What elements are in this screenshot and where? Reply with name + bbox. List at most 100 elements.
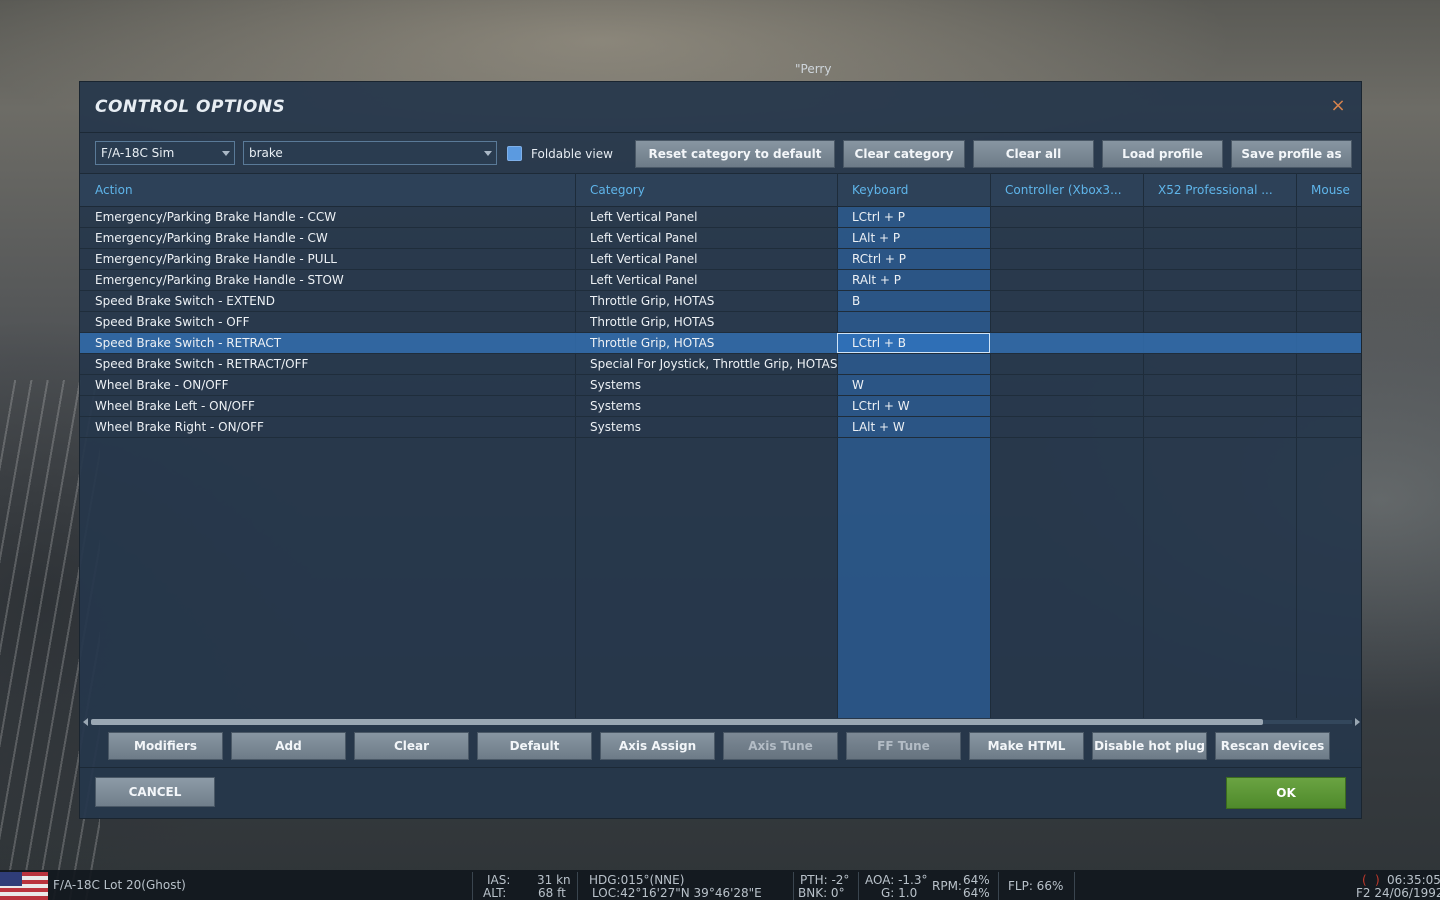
column-header-action[interactable]: Action	[95, 183, 395, 197]
ok-button[interactable]: OK	[1226, 777, 1346, 809]
axis-tune-button[interactable]: Axis Tune	[723, 732, 838, 760]
category-search-select[interactable]: brake	[243, 141, 497, 165]
aircraft-select[interactable]: F/A-18C Sim	[95, 141, 235, 165]
paren-left: (	[1362, 873, 1367, 887]
clock-time: 06:35:05	[1387, 873, 1440, 887]
keyboard-binding-cell[interactable]: RCtrl + P	[852, 252, 988, 266]
scroll-left-icon[interactable]	[83, 718, 88, 726]
pitch-readout: PTH: -2°	[800, 873, 850, 887]
column-header-category[interactable]: Category	[590, 183, 790, 197]
table-row[interactable]: Wheel Brake Left - ON/OFF Systems LCtrl + …	[80, 396, 1361, 417]
table-row[interactable]: Emergency/Parking Brake Handle - CCW Left…	[80, 207, 1361, 228]
action-cell: Emergency/Parking Brake Handle - CW	[95, 231, 328, 245]
column-header-mouse[interactable]: Mouse	[1311, 183, 1359, 197]
cancel-button[interactable]: CANCEL	[95, 777, 215, 807]
unit-name: F/A-18C Lot 20(Ghost)	[53, 878, 186, 892]
category-cell: Left Vertical Panel	[590, 252, 698, 266]
us-flag-icon	[0, 872, 48, 900]
table-row[interactable]: Wheel Brake - ON/OFF Systems W	[80, 375, 1361, 396]
rpm-left: 64%	[963, 873, 990, 887]
heading-readout: HDG:015°(NNE)	[589, 873, 685, 887]
ff-tune-button[interactable]: FF Tune	[846, 732, 961, 760]
bank-readout: BNK: 0°	[798, 886, 845, 900]
category-cell: Left Vertical Panel	[590, 273, 698, 287]
column-header-x52[interactable]: X52 Professional ...	[1158, 183, 1276, 197]
category-cell: Left Vertical Panel	[590, 210, 698, 224]
modifiers-button[interactable]: Modifiers	[108, 732, 223, 760]
action-cell: Speed Brake Switch - RETRACT	[95, 336, 282, 350]
column-header-keyboard[interactable]: Keyboard	[852, 183, 942, 197]
column-header-controller[interactable]: Controller (Xbox3...	[1005, 183, 1123, 197]
clear-all-button[interactable]: Clear all	[973, 140, 1094, 168]
scroll-right-icon[interactable]	[1355, 718, 1360, 726]
category-cell: Systems	[590, 420, 641, 434]
table-row[interactable]: Speed Brake Switch - RETRACT/OFF Special …	[80, 354, 1361, 375]
reset-category-button[interactable]: Reset category to default	[635, 140, 835, 168]
keyboard-binding-cell[interactable]: LCtrl + W	[852, 399, 988, 413]
table-header: Action Category Keyboard Controller (Xbo…	[80, 173, 1361, 207]
category-cell: Left Vertical Panel	[590, 231, 698, 245]
load-profile-button[interactable]: Load profile	[1102, 140, 1223, 168]
add-button[interactable]: Add	[231, 732, 346, 760]
mission-date: F2 24/06/1992	[1356, 886, 1440, 900]
horizontal-scrollbar[interactable]	[83, 718, 1360, 726]
category-cell: Special For Joystick, Throttle Grip, HOT…	[590, 357, 838, 371]
aircraft-select-value: F/A-18C Sim	[101, 146, 175, 160]
action-cell: Speed Brake Switch - OFF	[95, 315, 250, 329]
table-row[interactable]: Emergency/Parking Brake Handle - CW Left …	[80, 228, 1361, 249]
alt-label: ALT:	[483, 886, 507, 900]
action-cell: Wheel Brake Right - ON/OFF	[95, 420, 264, 434]
location-readout: LOC:42°16'27"N 39°46'28"E	[592, 886, 762, 900]
keyboard-binding-cell[interactable]: LCtrl + P	[852, 210, 988, 224]
g-readout: G: 1.0	[881, 886, 918, 900]
keyboard-binding-cell[interactable]: B	[852, 294, 988, 308]
rescan-devices-button[interactable]: Rescan devices	[1215, 732, 1330, 760]
table-row[interactable]: Wheel Brake Right - ON/OFF Systems LAlt + …	[80, 417, 1361, 438]
keyboard-binding-cell[interactable]: LAlt + P	[852, 231, 988, 245]
action-cell: Speed Brake Switch - RETRACT/OFF	[95, 357, 309, 371]
status-divider	[472, 872, 473, 900]
axis-assign-button[interactable]: Axis Assign	[600, 732, 715, 760]
flaps-readout: FLP: 66%	[1008, 879, 1064, 893]
default-button[interactable]: Default	[477, 732, 592, 760]
rpm-right: 64%	[963, 886, 990, 900]
scroll-thumb[interactable]	[91, 719, 1263, 725]
close-icon[interactable]: ×	[1329, 97, 1347, 115]
table-row[interactable]: Emergency/Parking Brake Handle - PULL Lef…	[80, 249, 1361, 270]
keyboard-binding-cell[interactable]: W	[852, 378, 988, 392]
clear-button[interactable]: Clear	[354, 732, 469, 760]
category-cell: Throttle Grip, HOTAS	[590, 315, 715, 329]
clear-category-button[interactable]: Clear category	[843, 140, 965, 168]
action-button-bar: Modifiers Add Clear Default Axis Assign …	[80, 727, 1361, 767]
table-row[interactable]: Speed Brake Switch - OFF Throttle Grip, H…	[80, 312, 1361, 333]
keyboard-binding-cell[interactable]: RAlt + P	[852, 273, 988, 287]
save-profile-as-button[interactable]: Save profile as	[1231, 140, 1352, 168]
disable-hot-plug-button[interactable]: Disable hot plug	[1092, 732, 1207, 760]
table-row[interactable]: Emergency/Parking Brake Handle - STOW Lef…	[80, 270, 1361, 291]
table-row[interactable]: Speed Brake Switch - EXTEND Throttle Grip…	[80, 291, 1361, 312]
action-cell: Emergency/Parking Brake Handle - PULL	[95, 252, 337, 266]
category-cell: Systems	[590, 378, 641, 392]
chevron-down-icon	[484, 151, 492, 156]
aoa-readout: AOA: -1.3°	[865, 873, 928, 887]
footer-divider	[80, 767, 1361, 768]
action-cell: Speed Brake Switch - EXTEND	[95, 294, 276, 308]
status-divider	[858, 872, 859, 900]
status-divider	[577, 872, 578, 900]
keyboard-binding-cell[interactable]: LCtrl + B	[852, 336, 988, 350]
category-search-value: brake	[249, 146, 283, 160]
action-cell: Emergency/Parking Brake Handle - CCW	[95, 210, 337, 224]
action-cell: Wheel Brake - ON/OFF	[95, 378, 229, 392]
status-divider	[1074, 872, 1075, 900]
category-cell: Throttle Grip, HOTAS	[590, 336, 715, 350]
table-row[interactable]: Speed Brake Switch - RETRACT Throttle Gri…	[80, 333, 1361, 354]
status-bar: F/A-18C Lot 20(Ghost) IAS: 31 kn ALT: 68…	[0, 870, 1440, 900]
control-options-dialog: CONTROL OPTIONS × F/A-18C Sim brake Fold…	[79, 81, 1362, 819]
category-cell: Systems	[590, 399, 641, 413]
foldable-view-label: Foldable view	[531, 147, 613, 161]
foldable-view-checkbox[interactable]	[507, 146, 522, 161]
make-html-button[interactable]: Make HTML	[969, 732, 1084, 760]
status-divider	[793, 872, 794, 900]
action-cell: Wheel Brake Left - ON/OFF	[95, 399, 255, 413]
keyboard-binding-cell[interactable]: LAlt + W	[852, 420, 988, 434]
